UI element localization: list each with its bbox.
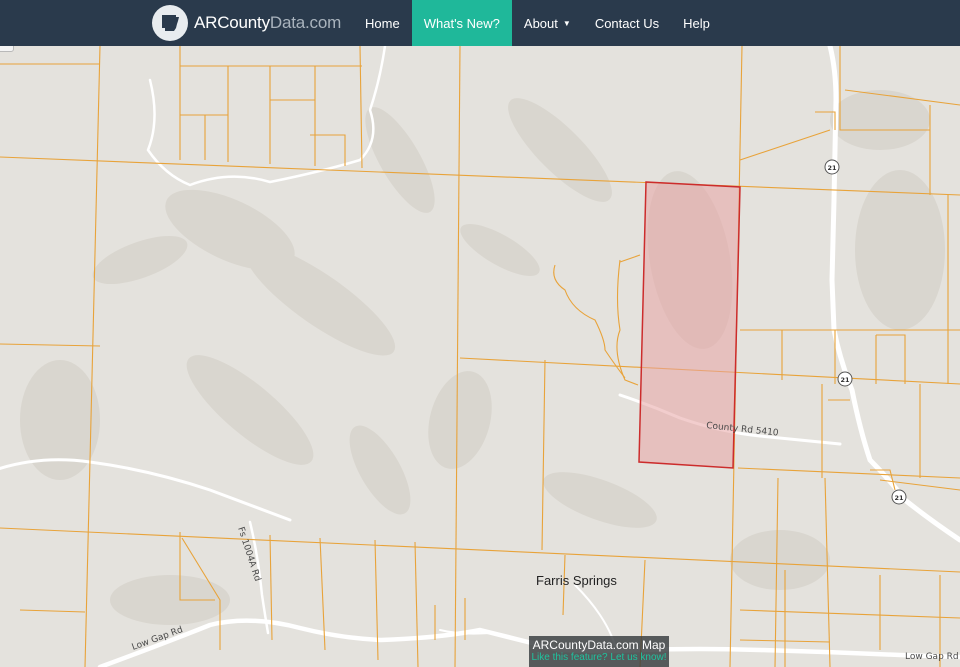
feedback-link[interactable]: Like this feature? Let us know! <box>529 652 669 664</box>
nav-help[interactable]: Help <box>671 0 722 46</box>
nav-contact-label: Contact Us <box>594 15 660 31</box>
nav-contact-us[interactable]: Contact Us <box>583 0 671 46</box>
brand-name: ARCountyData.com <box>194 13 341 33</box>
nav-home[interactable]: Home <box>353 0 412 46</box>
highway-21-shield: 21 <box>891 489 907 505</box>
brand-name-main: ARCounty <box>194 13 270 32</box>
map-attribution: ARCountyData.com Map Like this feature? … <box>529 636 669 667</box>
farris-springs-label: Farris Springs <box>536 573 617 588</box>
highway-21-shield: 21 <box>837 371 853 387</box>
nav-about-label: About <box>523 15 558 31</box>
nav-whats-new-label: What's New? <box>423 15 500 31</box>
attribution-title: ARCountyData.com Map <box>532 638 666 652</box>
nav-home-label: Home <box>365 15 400 31</box>
nav-help-label: Help <box>683 15 710 31</box>
top-navbar: ARCountyData.com Home What's New? About ▼… <box>0 0 960 46</box>
highway-21-label: 21 <box>827 164 837 172</box>
caret-down-icon: ▼ <box>562 19 571 28</box>
brand-name-suffix: Data.com <box>269 13 342 32</box>
highway-21-label: 21 <box>894 494 904 502</box>
low-gap-rd-label-right: Low Gap Rd <box>905 652 959 662</box>
brand-logo-link[interactable]: ARCountyData.com <box>152 0 341 46</box>
parcel-map[interactable]: 21 21 21 County Rd 5410 Fs 1004A Rd Low … <box>0 46 960 667</box>
highway-21-label: 21 <box>840 376 850 384</box>
nav-whats-new[interactable]: What's New? <box>411 0 512 46</box>
highway-21-shield: 21 <box>824 159 840 175</box>
map-canvas[interactable]: 21 21 21 County Rd 5410 Fs 1004A Rd Low … <box>0 46 960 667</box>
nav-about-dropdown[interactable]: About ▼ <box>512 0 583 46</box>
arkansas-state-icon <box>152 5 188 41</box>
